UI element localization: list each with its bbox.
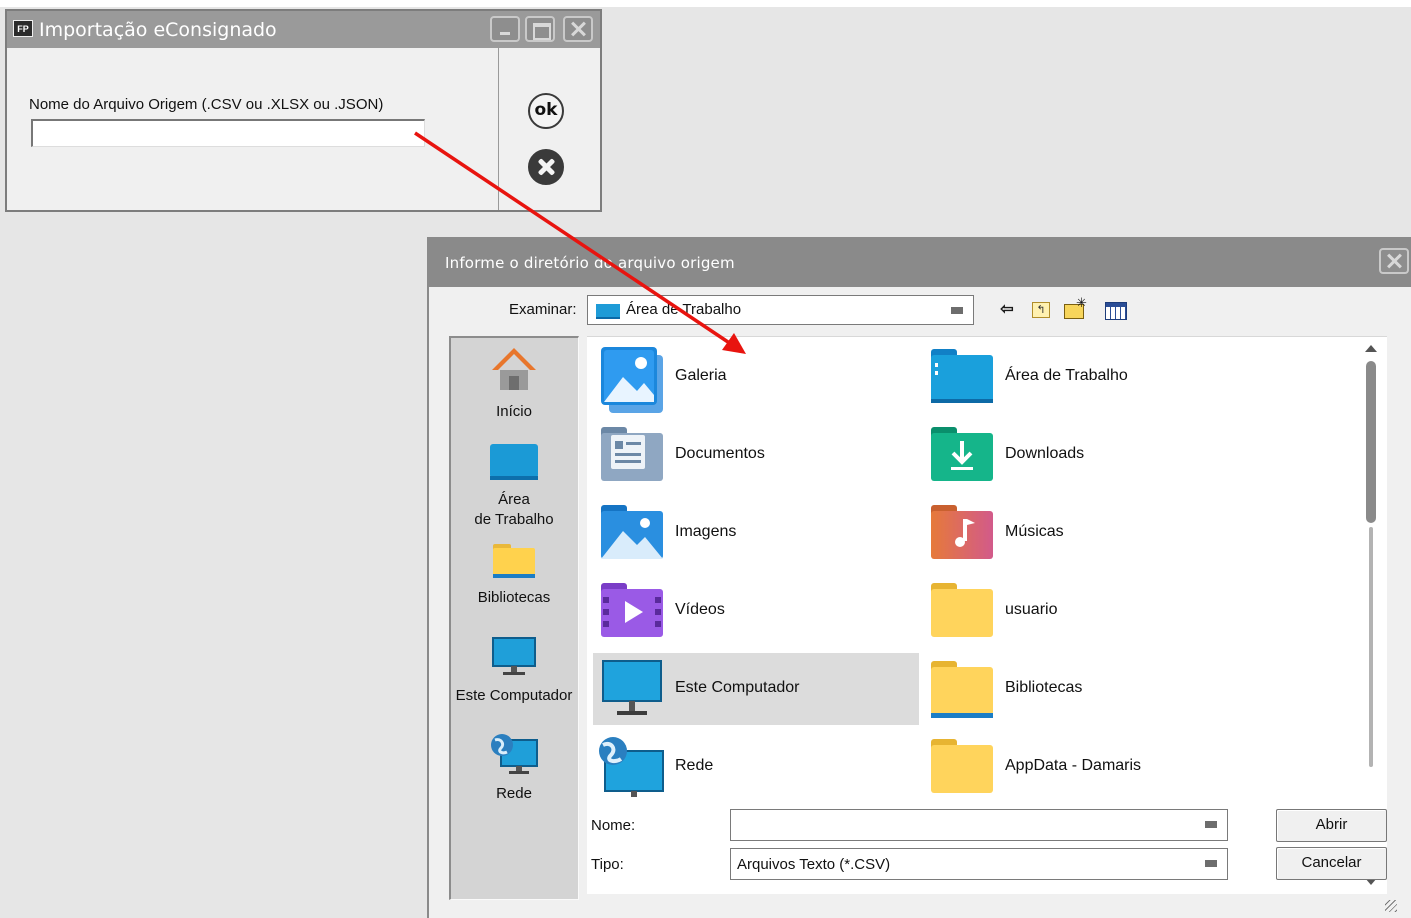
place-libraries[interactable]: Bibliotecas [451, 542, 577, 608]
network-icon [491, 734, 538, 774]
music-folder-icon [931, 505, 993, 559]
close-button[interactable] [563, 16, 593, 42]
network-icon [599, 737, 664, 797]
list-item[interactable]: usuario [923, 575, 1249, 647]
import-window-titlebar[interactable]: FP Importação eConsignado [7, 11, 600, 48]
dropdown-icon[interactable] [1205, 821, 1217, 828]
file-open-dialog: Informe o diretório do arquivo origem Ex… [427, 237, 1411, 918]
item-label: usuario [1005, 601, 1058, 618]
minimize-icon [492, 18, 518, 40]
desktop-small-icon [596, 304, 620, 319]
documents-folder-icon [601, 427, 663, 481]
desktop-icon [490, 444, 538, 480]
up-folder-icon[interactable]: ↰ [1032, 302, 1050, 318]
pictures-folder-icon [601, 505, 663, 559]
item-label: Bibliotecas [1005, 679, 1083, 696]
item-label: Imagens [675, 523, 737, 540]
file-name-label: Nome: [591, 817, 636, 834]
list-item[interactable]: Galeria [593, 341, 919, 413]
place-label: Área de Trabalho [474, 491, 554, 528]
gallery-icon [601, 347, 663, 413]
user-folder-icon [931, 583, 993, 637]
home-icon [492, 348, 536, 390]
place-desktop[interactable]: Área de Trabalho [451, 442, 577, 530]
videos-folder-icon [601, 583, 663, 637]
source-file-input[interactable] [31, 119, 425, 147]
ok-button[interactable]: ok [528, 93, 564, 129]
scroll-thumb[interactable] [1366, 361, 1376, 523]
computer-icon [602, 660, 662, 715]
libraries-folder-icon [493, 544, 535, 578]
scroll-up-icon[interactable] [1365, 345, 1377, 352]
maximize-icon [527, 18, 553, 40]
item-label: Este Computador [675, 679, 800, 696]
minimize-button[interactable] [490, 16, 520, 42]
list-item[interactable]: Vídeos [593, 575, 919, 647]
open-button[interactable]: Abrir [1276, 809, 1387, 842]
dialog-titlebar[interactable]: Informe o diretório do arquivo origem [429, 237, 1411, 287]
source-file-label: Nome do Arquivo Origem (.CSV ou .XLSX ou… [29, 96, 384, 113]
libraries-folder-icon [931, 661, 993, 718]
place-label: Bibliotecas [477, 589, 551, 606]
item-label: Músicas [1005, 523, 1064, 540]
look-in-combo[interactable]: Área de Trabalho [587, 295, 974, 325]
list-item[interactable]: Imagens [593, 497, 919, 569]
import-actions: ok [498, 48, 600, 210]
details-view-icon[interactable] [1105, 302, 1127, 320]
maximize-button[interactable] [525, 16, 555, 42]
list-item[interactable]: Documentos [593, 419, 919, 491]
look-in-label: Examinar: [509, 301, 577, 318]
item-label: Área de Trabalho [1005, 367, 1128, 384]
downloads-folder-icon [931, 427, 993, 481]
item-label: Documentos [675, 445, 765, 462]
scroll-track[interactable] [1369, 527, 1373, 767]
dialog-title: Informe o diretório do arquivo origem [445, 254, 735, 272]
place-network[interactable]: Rede [451, 732, 577, 804]
app-fp-icon: FP [13, 20, 33, 37]
item-label: Downloads [1005, 445, 1085, 462]
list-item[interactable]: Bibliotecas [923, 653, 1249, 725]
list-item[interactable]: Área de Trabalho [923, 341, 1249, 413]
item-label: Galeria [675, 367, 727, 384]
cancel-x-button[interactable] [528, 149, 564, 185]
file-type-combo[interactable]: Arquivos Texto (*.CSV) [730, 848, 1228, 880]
dropdown-icon[interactable] [951, 307, 963, 314]
close-icon [565, 18, 591, 40]
look-in-value: Área de Trabalho [626, 301, 742, 318]
place-label: Início [496, 403, 532, 420]
list-item[interactable]: AppData - Damaris [923, 731, 1249, 803]
folder-icon [931, 739, 993, 793]
desktop-folder-icon [931, 349, 993, 403]
new-folder-icon[interactable] [1064, 293, 1087, 319]
file-type-value: Arquivos Texto (*.CSV) [737, 856, 891, 873]
import-window-title: Importação eConsignado [39, 19, 277, 41]
back-arrow-icon[interactable]: ⇦ [997, 300, 1017, 320]
list-item[interactable]: Rede [593, 731, 919, 803]
dialog-close-button[interactable] [1379, 248, 1409, 274]
computer-icon [492, 637, 536, 675]
list-item-selected[interactable]: Este Computador [593, 653, 919, 725]
import-window: FP Importação eConsignado Nome do Arquiv… [5, 9, 602, 212]
item-label: Vídeos [675, 601, 725, 618]
place-label: Este Computador [455, 687, 573, 704]
cancel-button[interactable]: Cancelar [1276, 847, 1387, 880]
file-name-combo[interactable] [730, 809, 1228, 841]
file-type-label: Tipo: [591, 856, 624, 873]
place-label: Rede [496, 785, 532, 802]
place-home[interactable]: Início [451, 344, 577, 422]
import-form: Nome do Arquivo Origem (.CSV ou .XLSX ou… [7, 48, 498, 210]
resize-grip-icon[interactable] [1385, 900, 1397, 912]
place-computer[interactable]: Este Computador [451, 636, 577, 706]
dropdown-icon[interactable] [1205, 860, 1217, 867]
list-item[interactable]: Downloads [923, 419, 1249, 491]
item-label: Rede [675, 757, 714, 774]
list-item[interactable]: Músicas [923, 497, 1249, 569]
places-bar: Início Área de Trabalho Bibliotecas Este… [449, 336, 579, 900]
item-label: AppData - Damaris [1005, 757, 1142, 774]
